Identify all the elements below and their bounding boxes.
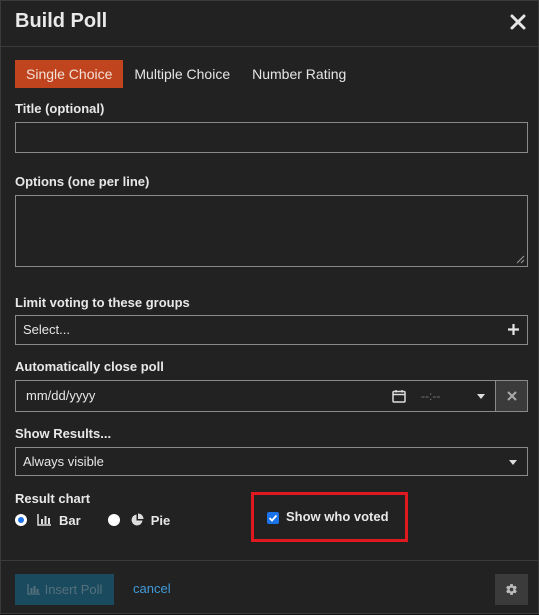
- title-input[interactable]: [16, 123, 527, 152]
- bar-label[interactable]: Bar: [59, 513, 81, 528]
- clear-icon: [507, 391, 517, 401]
- clear-date-button[interactable]: [495, 380, 528, 412]
- build-poll-modal: Build Poll Single Choice Multiple Choice…: [0, 0, 539, 614]
- pie-label[interactable]: Pie: [151, 513, 171, 528]
- chart-icon: [26, 584, 40, 595]
- modal-header: Build Poll: [1, 1, 539, 47]
- show-who-voted-checkbox[interactable]: [267, 512, 279, 524]
- tab-multiple-choice[interactable]: Multiple Choice: [123, 60, 241, 88]
- calendar-icon[interactable]: [392, 389, 406, 403]
- settings-button[interactable]: [495, 574, 528, 605]
- show-results-select[interactable]: Always visible: [15, 447, 528, 476]
- time-dropdown-icon[interactable]: [477, 394, 485, 399]
- insert-poll-label: Insert Poll: [44, 582, 103, 597]
- radio-pie[interactable]: [107, 514, 120, 526]
- chevron-down-icon: [509, 460, 517, 465]
- resize-grip-icon[interactable]: [516, 255, 525, 264]
- result-chart-options: Bar Pie: [15, 511, 170, 529]
- radio-bar[interactable]: [15, 514, 27, 526]
- bar-chart-icon: [37, 514, 51, 526]
- cancel-link[interactable]: cancel: [133, 581, 171, 596]
- close-poll-label: Automatically close poll: [15, 359, 164, 374]
- groups-label: Limit voting to these groups: [15, 295, 190, 310]
- pie-chart-icon: [131, 513, 144, 526]
- result-chart-label: Result chart: [15, 491, 91, 506]
- options-textarea[interactable]: [15, 195, 528, 267]
- poll-type-tabs: Single Choice Multiple Choice Number Rat…: [15, 60, 357, 88]
- date-placeholder: mm/dd/yyyy: [26, 388, 96, 403]
- gear-icon: [506, 584, 517, 595]
- groups-placeholder: Select...: [23, 322, 70, 337]
- show-who-voted-label[interactable]: Show who voted: [286, 509, 389, 524]
- title-field[interactable]: [15, 122, 528, 153]
- time-placeholder[interactable]: --:--: [421, 381, 440, 411]
- check-icon: [268, 514, 278, 522]
- plus-icon[interactable]: [507, 323, 520, 336]
- groups-select[interactable]: Select...: [15, 315, 528, 345]
- tab-single-choice[interactable]: Single Choice: [15, 60, 124, 88]
- close-icon[interactable]: [508, 12, 528, 32]
- show-results-value: Always visible: [23, 454, 104, 469]
- modal-title: Build Poll: [15, 10, 108, 32]
- modal-footer: Insert Poll cancel: [1, 560, 539, 615]
- insert-poll-button[interactable]: Insert Poll: [15, 574, 114, 605]
- tab-number-rating[interactable]: Number Rating: [241, 60, 357, 88]
- show-results-label: Show Results...: [15, 426, 112, 441]
- close-date-field[interactable]: mm/dd/yyyy --:--: [15, 380, 496, 412]
- title-label: Title (optional): [15, 101, 105, 116]
- options-label: Options (one per line): [15, 174, 150, 189]
